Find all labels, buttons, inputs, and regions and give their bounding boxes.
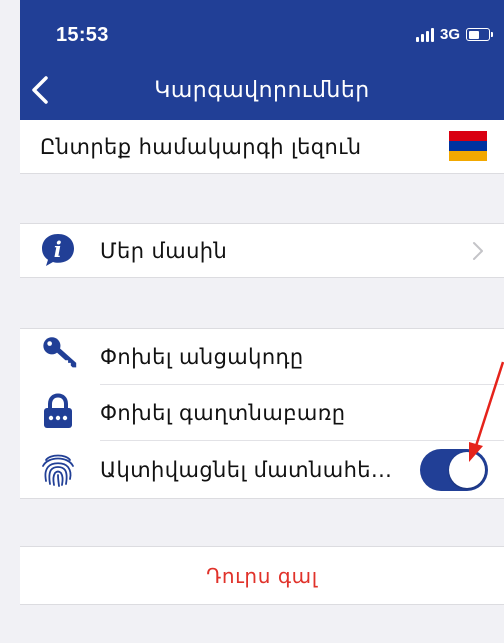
status-indicators: 3G [415, 26, 493, 43]
fingerprint-toggle[interactable] [420, 449, 488, 491]
section-divider [20, 173, 504, 174]
change-password-row[interactable]: Փոխել գաղտնաբառը [20, 385, 504, 441]
status-time: 15:53 [56, 24, 109, 46]
armenian-flag-icon[interactable] [449, 131, 487, 161]
logout-button[interactable]: Դուրս գալ [20, 547, 504, 604]
navigation-header: 15:53 3G Կարգավորումներ [20, 0, 504, 120]
language-row[interactable]: Ընտրեք համակարգի լեզուն [20, 120, 504, 173]
change-password-label: Փոխել գաղտնաբառը [100, 401, 346, 425]
about-row[interactable]: i Մեր մասին [20, 224, 504, 277]
section-divider [20, 498, 504, 499]
change-pin-row[interactable]: Փոխել անցակոդը [20, 329, 504, 385]
lock-icon [40, 393, 76, 429]
fingerprint-label: Ակտիվացնել մատնահե... [100, 457, 393, 482]
key-icon [42, 335, 78, 371]
signal-icon [415, 27, 434, 42]
settings-screen: 15:53 3G Կարգավորումներ Ընտրեք համակարգի… [0, 0, 504, 643]
page-title: Կարգավորումներ [154, 78, 370, 103]
language-label: Ընտրեք համակարգի լեզուն [40, 134, 362, 159]
network-type: 3G [439, 26, 460, 43]
chevron-right-icon [473, 242, 483, 260]
fingerprint-icon [40, 451, 76, 487]
svg-text:i: i [54, 237, 62, 262]
about-label: Մեր մասին [100, 238, 228, 263]
battery-icon [466, 28, 493, 41]
info-icon: i [40, 232, 76, 268]
section-divider [20, 277, 504, 278]
section-divider [20, 604, 504, 605]
change-pin-label: Փոխել անցակոդը [100, 345, 304, 369]
toggle-knob [449, 452, 485, 488]
